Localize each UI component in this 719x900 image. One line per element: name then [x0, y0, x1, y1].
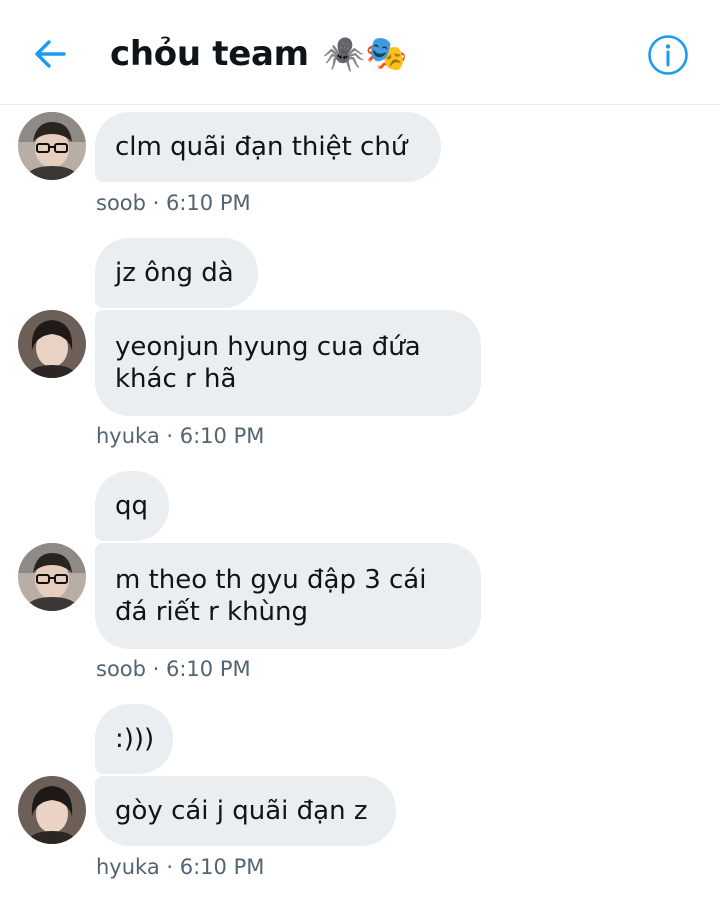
message-bubble[interactable]: clm quãi đạn thiệt chứ — [95, 112, 441, 182]
conversation-title: chỏu team — [110, 34, 309, 74]
message-bubble[interactable]: m theo th gyu đập 3 cái đá riết r khùng — [95, 543, 481, 649]
message-bubble[interactable]: qq — [95, 471, 169, 541]
message-feed: clm quãi đạn thiệt chứ soob · 6:10 PM jz… — [0, 105, 719, 900]
avatar-image — [18, 543, 86, 611]
avatar-image — [18, 310, 86, 378]
info-button[interactable] — [646, 33, 690, 77]
avatar-soob[interactable] — [18, 112, 86, 180]
message-bubble[interactable]: :))) — [95, 704, 173, 774]
avatar-hyuka[interactable] — [18, 310, 86, 378]
message-bubble[interactable]: yeonjun hyung cua đứa khác r hã — [95, 310, 481, 416]
avatar-soob[interactable] — [18, 543, 86, 611]
message-bubble[interactable]: jz ông dà — [95, 238, 258, 308]
message-meta: hyuka · 6:10 PM — [96, 855, 265, 879]
info-circle-icon — [648, 35, 688, 75]
back-button[interactable] — [26, 34, 74, 74]
message-bubble[interactable]: gòy cái j quãi đạn z — [95, 776, 396, 846]
message-meta: hyuka · 6:10 PM — [96, 424, 265, 448]
avatar-image — [18, 112, 86, 180]
message-meta: soob · 6:10 PM — [96, 657, 251, 681]
avatar-hyuka[interactable] — [18, 776, 86, 844]
conversation-header: chỏu team 🕷️🎭 — [0, 0, 719, 105]
conversation-title-area[interactable]: chỏu team 🕷️🎭 — [110, 28, 407, 80]
message-meta: soob · 6:10 PM — [96, 191, 251, 215]
avatar-image — [18, 776, 86, 844]
title-emoji: 🕷️🎭 — [322, 34, 408, 74]
arrow-left-icon — [35, 40, 66, 68]
